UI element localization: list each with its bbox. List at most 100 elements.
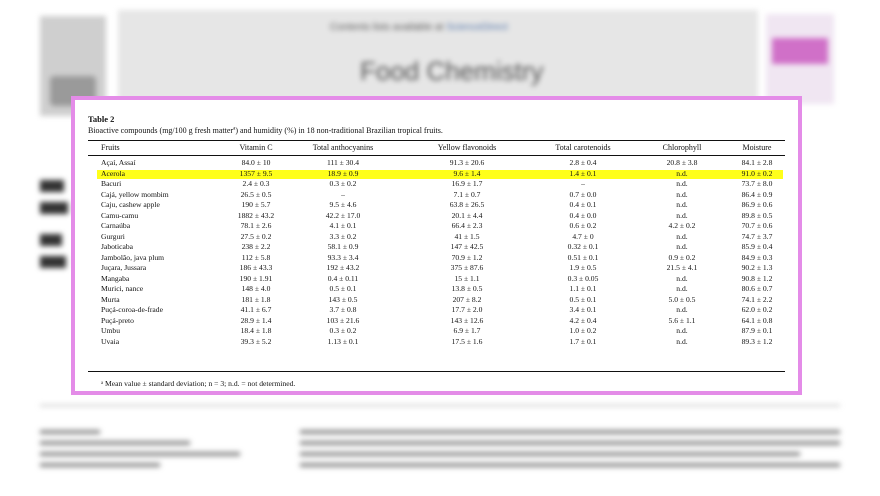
cell-fruit: Juçara, Jussara bbox=[101, 263, 147, 272]
cell-vitamin-c: 1357 ± 9.5 bbox=[239, 168, 273, 178]
journal-cover-thumbnail bbox=[766, 14, 834, 104]
cell-carotenoids: 0.7 ± 0.0 bbox=[569, 189, 597, 199]
cell-carotenoids: 0.51 ± 0.1 bbox=[567, 252, 599, 262]
cell-flavonoids: 20.1 ± 4.4 bbox=[451, 210, 483, 220]
cell-carotenoids: 0.5 ± 0.1 bbox=[569, 294, 597, 304]
cell-moisture: 90.2 ± 1.3 bbox=[741, 263, 773, 272]
table-row: Puçá-preto 28.9 ± 1.4 103 ± 21.6 143 ± 12.6… bbox=[75, 316, 798, 327]
cell-moisture: 64.1 ± 0.8 bbox=[741, 315, 773, 325]
cell-fruit: Carnaúba bbox=[101, 221, 131, 230]
cell-chlorophyll: n.d. bbox=[676, 305, 688, 314]
cell-vitamin-c: 2.4 ± 0.3 bbox=[242, 179, 270, 188]
cell-vitamin-c: 41.1 ± 6.7 bbox=[240, 305, 272, 314]
cell-moisture: 91.0 ± 0.2 bbox=[741, 168, 773, 178]
cell-fruit: Camu-camu bbox=[101, 210, 139, 220]
page-divider bbox=[40, 405, 840, 406]
table-row: Murici, nance 148 ± 4.0 0.5 ± 0.1 13.8 ± 0.… bbox=[75, 284, 798, 295]
cell-chlorophyll: n.d. bbox=[676, 210, 688, 220]
cell-carotenoids: 1.0 ± 0.2 bbox=[569, 326, 597, 335]
cell-carotenoids: 1.9 ± 0.5 bbox=[569, 263, 597, 272]
cell-chlorophyll: 0.9 ± 0.2 bbox=[668, 252, 696, 262]
table-card: Table 2 Bioactive compounds (mg/100 g fr… bbox=[71, 96, 802, 395]
cell-anthocyanins: 3.3 ± 0.2 bbox=[329, 231, 357, 241]
cell-fruit: Jambolão, java plum bbox=[101, 252, 165, 262]
cell-vitamin-c: 26.5 ± 0.5 bbox=[240, 189, 272, 199]
contents-text: Contents lists available at bbox=[330, 22, 444, 33]
cell-anthocyanins: 0.4 ± 0.11 bbox=[327, 273, 359, 283]
cell-chlorophyll: 5.6 ± 1.1 bbox=[668, 315, 696, 325]
cell-moisture: 73.7 ± 8.0 bbox=[741, 179, 773, 188]
cell-vitamin-c: 78.1 ± 2.6 bbox=[240, 221, 272, 230]
cell-flavonoids: 70.9 ± 1.2 bbox=[451, 252, 483, 262]
cell-flavonoids: 7.1 ± 0.7 bbox=[453, 189, 481, 199]
cell-chlorophyll: n.d. bbox=[676, 273, 688, 283]
cell-vitamin-c: 18.4 ± 1.8 bbox=[240, 326, 272, 335]
cell-fruit: Murici, nance bbox=[101, 284, 144, 293]
cell-flavonoids: 41 ± 1.5 bbox=[454, 231, 480, 241]
cell-anthocyanins: – bbox=[341, 189, 345, 199]
cell-vitamin-c: 28.9 ± 1.4 bbox=[240, 315, 272, 325]
cell-vitamin-c: 186 ± 43.3 bbox=[239, 263, 273, 272]
sciencedirect-link[interactable]: ScienceDirect bbox=[446, 22, 508, 33]
cell-anthocyanins: 18.9 ± 0.9 bbox=[327, 168, 359, 178]
cell-fruit: Cajá, yellow mombim bbox=[101, 189, 169, 199]
table-row: Uvaia 39.3 ± 5.2 1.13 ± 0.1 17.5 ± 1.6 1.7 ±… bbox=[75, 337, 798, 348]
cell-vitamin-c: 84.0 ± 10 bbox=[241, 158, 271, 167]
cell-anthocyanins: 4.1 ± 0.1 bbox=[329, 221, 357, 230]
table-row: Juçara, Jussara 186 ± 43.3 192 ± 43.2 375 ±… bbox=[75, 263, 798, 274]
cell-carotenoids: 1.1 ± 0.1 bbox=[569, 284, 597, 293]
table-row: Gurguri 27.5 ± 0.2 3.3 ± 0.2 41 ± 1.5 4.7 ± … bbox=[75, 232, 798, 243]
table-row: Murta 181 ± 1.8 143 ± 0.5 207 ± 8.2 0.5 ± 0.… bbox=[75, 295, 798, 306]
cell-anthocyanins: 42.2 ± 17.0 bbox=[325, 210, 361, 220]
cell-carotenoids: 0.3 ± 0.05 bbox=[567, 273, 599, 283]
cell-chlorophyll: 21.5 ± 4.1 bbox=[666, 263, 698, 272]
table-row: Caju, cashew apple 190 ± 5.7 9.5 ± 4.6 63.8… bbox=[75, 200, 798, 211]
cell-flavonoids: 15 ± 1.1 bbox=[454, 273, 480, 283]
table-label: Table 2 bbox=[88, 114, 115, 124]
cell-moisture: 84.9 ± 0.3 bbox=[741, 252, 773, 262]
cell-flavonoids: 17.5 ± 1.6 bbox=[451, 336, 483, 346]
contents-line: Contents lists available at ScienceDirec… bbox=[330, 22, 508, 33]
cell-moisture: 80.6 ± 0.7 bbox=[741, 284, 773, 293]
cell-chlorophyll: n.d. bbox=[676, 242, 688, 251]
cell-moisture: 86.9 ± 0.6 bbox=[741, 200, 773, 209]
cell-fruit: Gurguri bbox=[101, 231, 125, 241]
cell-flavonoids: 147 ± 42.5 bbox=[450, 242, 484, 251]
table-header-row: Fruits Vitamin C Total anthocyanins Yell… bbox=[75, 143, 798, 154]
cell-carotenoids: 0.4 ± 0.0 bbox=[569, 210, 597, 220]
cell-moisture: 90.8 ± 1.2 bbox=[741, 273, 773, 283]
cell-carotenoids: 0.32 ± 0.1 bbox=[567, 242, 599, 251]
cell-anthocyanins: 3.7 ± 0.8 bbox=[329, 305, 357, 314]
cell-moisture: 89.8 ± 0.5 bbox=[741, 210, 773, 220]
table-footnote: ᵃ Mean value ± standard deviation; n = 3… bbox=[101, 379, 296, 388]
cell-vitamin-c: 27.5 ± 0.2 bbox=[240, 231, 272, 241]
table-row: Açaí, Assaí 84.0 ± 10 111 ± 30.4 91.3 ± 20.… bbox=[75, 158, 798, 169]
cell-carotenoids: 0.6 ± 0.2 bbox=[569, 221, 597, 230]
cell-carotenoids: 3.4 ± 0.1 bbox=[569, 305, 597, 314]
cell-fruit: Umbu bbox=[101, 326, 120, 335]
journal-title: Food Chemistry bbox=[360, 56, 544, 86]
cell-fruit: Murta bbox=[101, 294, 120, 304]
cell-moisture: 84.1 ± 2.8 bbox=[741, 158, 773, 167]
cell-carotenoids: 1.4 ± 0.1 bbox=[569, 168, 597, 178]
cell-chlorophyll: 5.0 ± 0.5 bbox=[668, 294, 696, 304]
column-header-vitamin-c: Vitamin C bbox=[239, 143, 273, 152]
table-caption: Bioactive compounds (mg/100 g fresh matt… bbox=[88, 126, 443, 135]
cell-anthocyanins: 1.13 ± 0.1 bbox=[327, 336, 359, 346]
cell-moisture: 62.0 ± 0.2 bbox=[741, 305, 773, 314]
article-info-text bbox=[40, 430, 260, 474]
cell-moisture: 74.1 ± 2.2 bbox=[741, 294, 773, 304]
table-row: Jambolão, java plum 112 ± 5.8 93.3 ± 3.4 70… bbox=[75, 253, 798, 264]
cell-carotenoids: 1.7 ± 0.1 bbox=[569, 336, 597, 346]
cell-anthocyanins: 0.3 ± 0.2 bbox=[329, 179, 357, 188]
cell-vitamin-c: 181 ± 1.8 bbox=[241, 294, 271, 304]
cell-moisture: 70.7 ± 0.6 bbox=[741, 221, 773, 230]
cell-flavonoids: 17.7 ± 2.0 bbox=[451, 305, 483, 314]
cell-vitamin-c: 190 ± 1.91 bbox=[239, 273, 273, 283]
cell-fruit: Jaboticaba bbox=[101, 242, 134, 251]
cell-moisture: 87.9 ± 0.1 bbox=[741, 326, 773, 335]
cell-carotenoids: 4.7 ± 0 bbox=[572, 231, 594, 241]
cell-chlorophyll: n.d. bbox=[676, 189, 688, 199]
cell-chlorophyll: n.d. bbox=[676, 326, 688, 335]
cell-anthocyanins: 0.3 ± 0.2 bbox=[329, 326, 357, 335]
